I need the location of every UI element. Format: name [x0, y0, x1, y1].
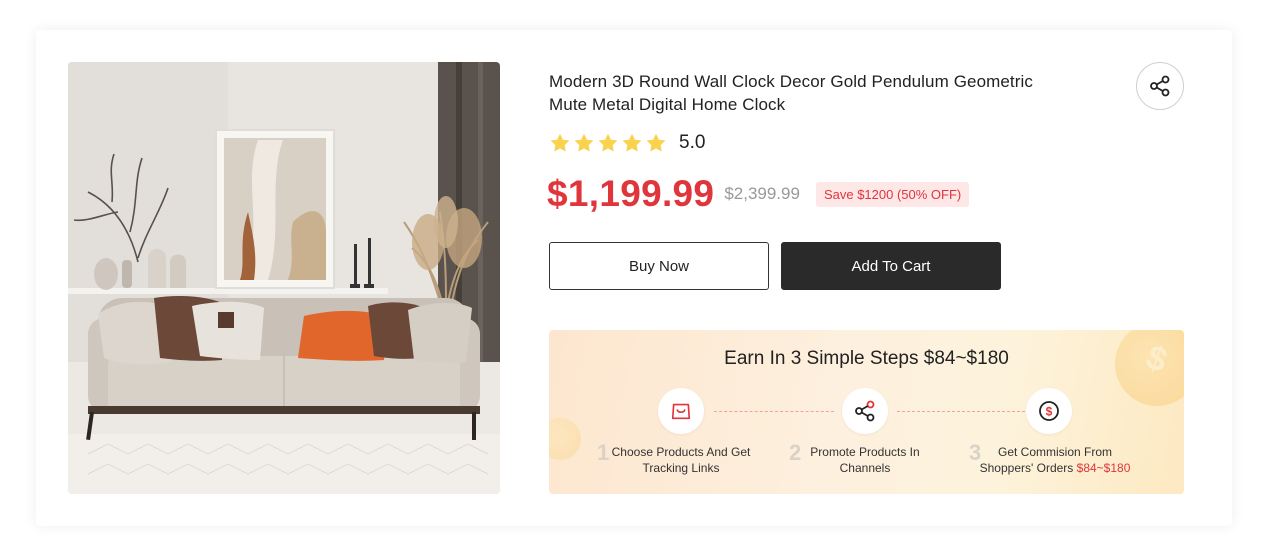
- step-1-line1: Choose Products And Get: [611, 445, 751, 459]
- step-3-icon-wrapper: $: [1026, 388, 1072, 434]
- dollar-coin-icon: $: [1039, 401, 1059, 421]
- step-connector: [714, 411, 834, 412]
- step-2-text: Promote Products In Channels: [799, 444, 931, 476]
- step-2-line1: Promote Products In: [810, 445, 920, 459]
- step-connector: [897, 411, 1025, 412]
- product-image[interactable]: [68, 62, 500, 494]
- share-icon: [1150, 75, 1170, 97]
- original-price: $2,399.99: [724, 184, 800, 203]
- coin-decoration: [549, 418, 581, 460]
- step-3-line2-prefix: Shoppers' Orders: [979, 461, 1074, 475]
- product-title-line2: Mute Metal Digital Home Clock: [549, 95, 786, 114]
- price-row: $1,199.99 $2,399.99 Save $1200 (50% OFF): [547, 172, 970, 216]
- share-button[interactable]: [1136, 62, 1184, 110]
- step-3-line2: Shoppers' Orders $84~$180: [969, 460, 1141, 476]
- step-1-text: Choose Products And Get Tracking Links: [605, 444, 757, 476]
- current-price: $1,199.99: [547, 173, 715, 214]
- star-icon: [550, 133, 570, 152]
- rating-value: 5.0: [679, 132, 706, 153]
- share-icon: [855, 400, 875, 422]
- star-icon: [574, 133, 594, 152]
- discount-badge: Save $1200 (50% OFF): [815, 181, 970, 207]
- step-1-icon-wrapper: [658, 388, 704, 434]
- shopping-bag-icon: [671, 403, 691, 420]
- add-to-cart-button[interactable]: Add To Cart: [781, 242, 1001, 290]
- earn-title: Earn In 3 Simple Steps $84~$180: [724, 348, 1009, 369]
- step-3-earn-range: $84~$180: [1076, 461, 1131, 475]
- rating: 5.0: [549, 130, 705, 156]
- step-2-line2: Channels: [839, 461, 891, 475]
- earn-steps-panel: $ Earn In 3 Simple Steps $84~$180 1 Choo…: [549, 330, 1184, 494]
- step-1-line2: Tracking Links: [642, 461, 720, 475]
- star-icon: [646, 133, 666, 152]
- buy-now-button[interactable]: Buy Now: [549, 242, 769, 290]
- svg-text:$: $: [1046, 405, 1053, 419]
- product-title-line1: Modern 3D Round Wall Clock Decor Gold Pe…: [549, 72, 1033, 91]
- step-3-text: Get Commision From Shoppers' Orders $84~…: [969, 444, 1141, 476]
- product-title: Modern 3D Round Wall Clock Decor Gold Pe…: [549, 70, 1089, 116]
- star-icon: [598, 133, 618, 152]
- step-2-icon-wrapper: [842, 388, 888, 434]
- product-card: Modern 3D Round Wall Clock Decor Gold Pe…: [36, 30, 1232, 526]
- step-3-line1: Get Commision From: [997, 445, 1113, 459]
- star-icon: [622, 133, 642, 152]
- sofa-room-illustration: [68, 62, 500, 494]
